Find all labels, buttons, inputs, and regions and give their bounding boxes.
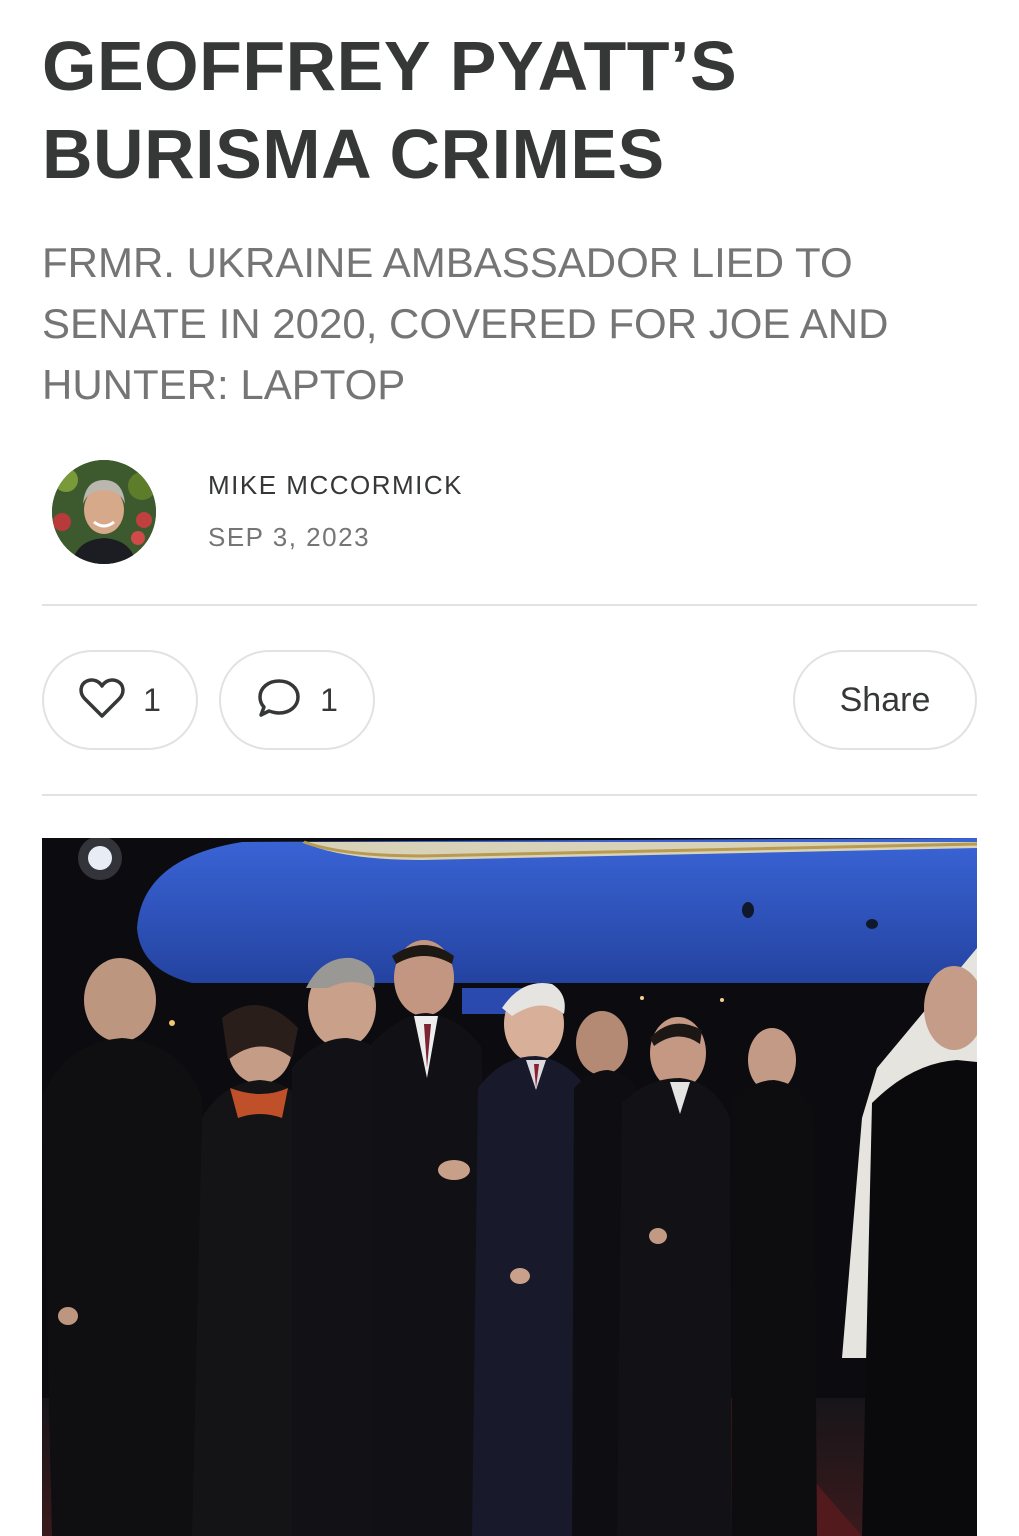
share-label: Share [839,680,931,719]
post-title: GEOFFREY PYATT’S BURISMA CRIMES [42,27,738,193]
author-name[interactable]: MIKE MCCORMICK [208,470,463,501]
hero-photo[interactable] [42,838,977,1536]
comment-bubble-icon [256,677,302,724]
post-date: SEP 3, 2023 [208,522,371,552]
share-button[interactable]: Share [793,650,977,750]
actions-divider [42,794,977,796]
comment-count: 1 [320,681,338,718]
heart-icon [79,677,125,724]
like-button[interactable]: 1 [42,650,198,750]
like-count: 1 [143,681,161,718]
byline-divider [42,604,977,606]
post-subtitle: FRMR. UKRAINE AMBASSADOR LIED TO SENATE … [42,239,889,408]
comment-button[interactable]: 1 [219,650,375,750]
author-avatar[interactable] [52,460,156,564]
